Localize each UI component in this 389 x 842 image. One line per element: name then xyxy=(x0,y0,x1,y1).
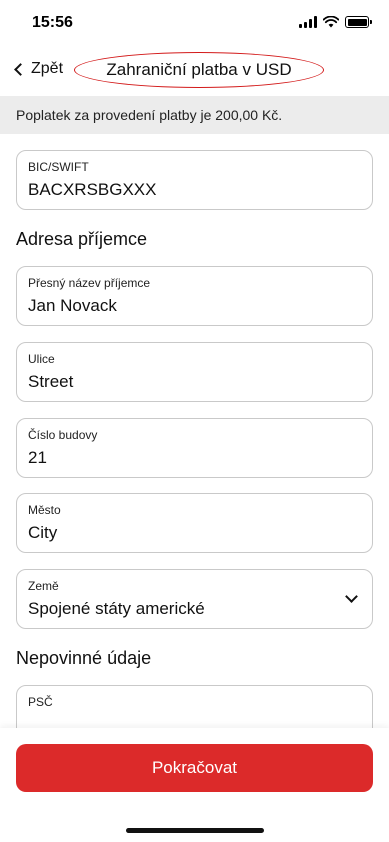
back-button[interactable]: Zpět xyxy=(14,60,63,78)
section-heading-optional: Nepovinné údaje xyxy=(16,648,152,668)
city-field[interactable]: Město City xyxy=(16,493,373,553)
field-label: Ulice xyxy=(28,352,55,366)
continue-button[interactable]: Pokračovat xyxy=(16,744,373,792)
recipient-name-field[interactable]: Přesný název příjemce Jan Novack xyxy=(16,266,373,326)
battery-icon xyxy=(345,16,372,28)
section-heading-recipient-address: Adresa příjemce xyxy=(16,229,148,249)
status-bar: 15:56 xyxy=(0,0,389,48)
cellular-signal-icon xyxy=(299,16,317,28)
chevron-down-icon xyxy=(345,590,358,603)
page-title: Zahraniční platba v USD xyxy=(74,52,324,88)
fee-banner: Poplatek za provedení platby je 200,00 K… xyxy=(0,96,389,134)
field-value: City xyxy=(28,523,58,542)
field-value: 21 xyxy=(28,448,47,467)
chevron-left-icon xyxy=(14,62,27,76)
status-time: 15:56 xyxy=(32,14,73,31)
wifi-icon xyxy=(323,16,339,28)
bic-swift-field[interactable]: BIC/SWIFT BACXRSBGXXX xyxy=(16,150,373,210)
field-label: Číslo budovy xyxy=(28,428,98,442)
status-icons xyxy=(299,16,372,28)
footer: Pokračovat xyxy=(0,728,389,842)
field-label: PSČ xyxy=(28,695,53,709)
field-value: BACXRSBGXXX xyxy=(28,180,157,199)
home-indicator[interactable] xyxy=(126,828,264,833)
street-field[interactable]: Ulice Street xyxy=(16,342,373,402)
nav-bar: Zpět Zahraniční platba v USD xyxy=(0,52,389,92)
field-value: Spojené státy americké xyxy=(28,599,205,618)
field-label: Město xyxy=(28,503,61,517)
back-label: Zpět xyxy=(31,60,64,77)
field-label: Přesný název příjemce xyxy=(28,276,151,290)
field-label: Země xyxy=(28,579,59,593)
country-select[interactable]: Země Spojené státy americké xyxy=(16,569,373,629)
field-value: Street xyxy=(28,372,74,391)
field-label: BIC/SWIFT xyxy=(28,160,89,174)
field-value: Jan Novack xyxy=(28,296,117,315)
building-number-field[interactable]: Číslo budovy 21 xyxy=(16,418,373,478)
